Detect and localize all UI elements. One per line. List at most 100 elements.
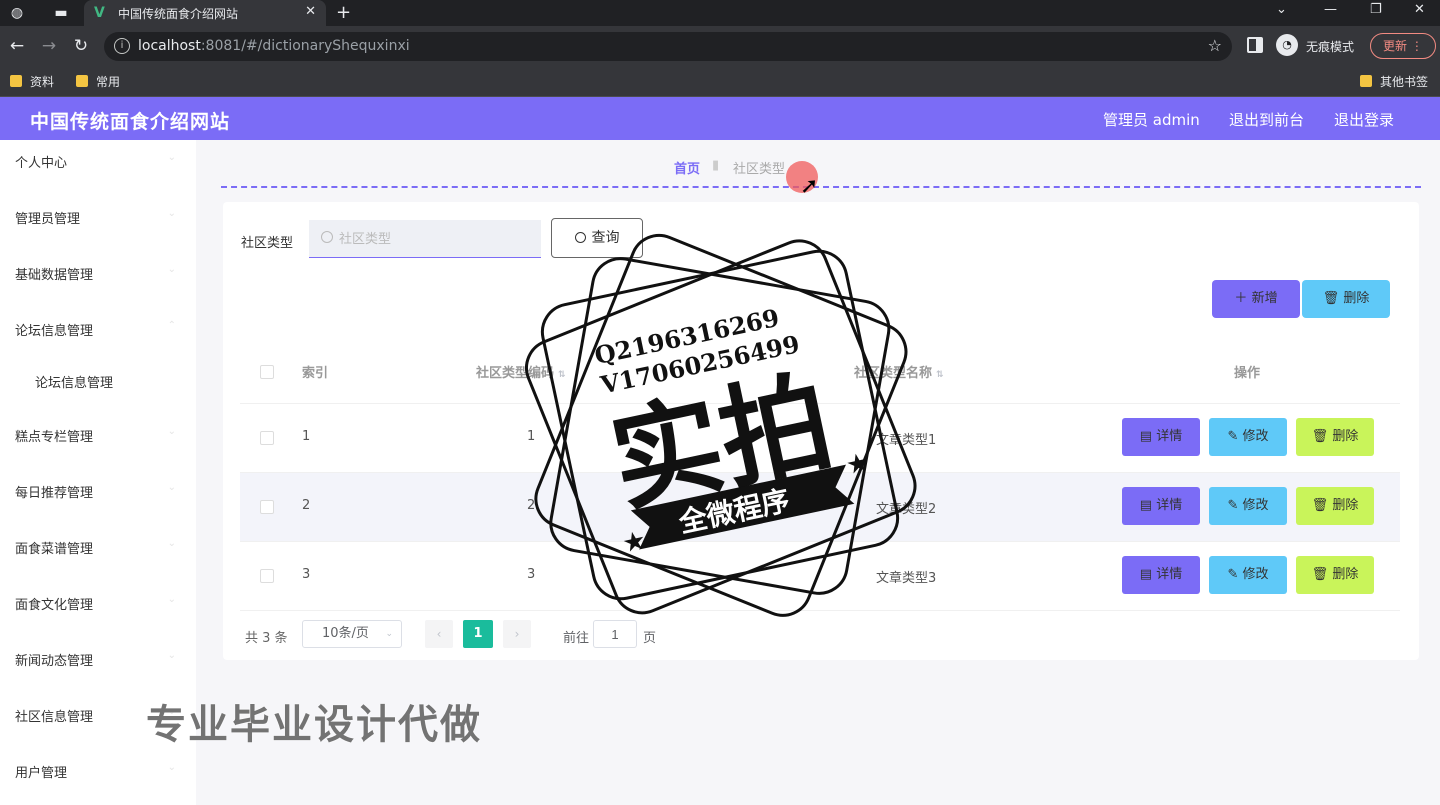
browser-tab[interactable]: V 中国传统面食介绍网站 ✕	[84, 0, 326, 26]
sidebar-item-users[interactable]: 用户管理 ⌄	[0, 750, 196, 790]
url-host: localhost	[138, 38, 201, 54]
delete-button-label: 删除	[1343, 291, 1370, 306]
bookmark-label: 常用	[96, 75, 121, 89]
sidebar-item-label: 面食菜谱管理	[15, 542, 94, 557]
select-all-checkbox[interactable]	[260, 365, 274, 379]
sidebar-item-label: 每日推荐管理	[15, 486, 94, 501]
bookmarks-bar: 资料 常用 其他书签	[0, 67, 1440, 97]
incognito-icon[interactable]: ◔	[1276, 34, 1298, 56]
trash-icon: 🗑	[1311, 567, 1333, 582]
sidebar-item-daily-recommend[interactable]: 每日推荐管理 ⌄	[0, 470, 196, 510]
pencil-icon: ✎	[1227, 498, 1243, 513]
logout-link[interactable]: 退出登录	[1334, 109, 1394, 130]
add-button[interactable]: ＋ 新增	[1212, 280, 1300, 318]
sidebar-item-personal-center[interactable]: 个人中心 ⌄	[0, 140, 196, 180]
sidebar-item-label: 糕点专栏管理	[15, 430, 94, 445]
star-icon[interactable]: ☆	[1208, 36, 1222, 55]
globe-icon[interactable]: ◍	[8, 4, 26, 22]
goto-page-input[interactable]	[593, 620, 637, 648]
row-checkbox[interactable]	[260, 431, 274, 445]
side-panel-icon[interactable]	[1247, 37, 1263, 53]
sidebar-item-admins[interactable]: 管理员管理 ⌄	[0, 196, 196, 236]
detail-button[interactable]: ▤ 详情	[1122, 556, 1200, 594]
row-checkbox[interactable]	[260, 569, 274, 583]
browser-tab-bar: ◍ ▬ V 中国传统面食介绍网站 ✕ + ⌄ — ❐ ✕	[0, 0, 1440, 26]
sidebar-item-label: 基础数据管理	[15, 268, 94, 283]
detail-label: 详情	[1156, 567, 1183, 582]
prev-page-button[interactable]: ‹	[425, 620, 453, 648]
close-icon[interactable]: ✕	[305, 4, 316, 19]
sidebar-item-pastry[interactable]: 糕点专栏管理 ⌄	[0, 414, 196, 454]
address-bar[interactable]: i localhost:8081/#/dictionaryShequxinxi …	[104, 32, 1232, 61]
reload-icon[interactable]: ↻	[71, 36, 91, 56]
bookmark-label: 其他书签	[1380, 75, 1429, 89]
url-text[interactable]: localhost:8081/#/dictionaryShequxinxi	[138, 38, 410, 54]
bookmark-folder-1[interactable]: 资料	[10, 73, 54, 90]
browser-toolbar: ← → ↻ i localhost:8081/#/dictionaryShequ…	[0, 26, 1440, 67]
chevron-down-icon[interactable]: ⌄	[1276, 2, 1287, 17]
other-bookmarks[interactable]: 其他书签	[1360, 73, 1428, 90]
chevron-icon: ⌃	[167, 320, 176, 331]
bookmark-folder-2[interactable]: 常用	[76, 73, 120, 90]
delete-label: 删除	[1332, 429, 1359, 444]
sidebar-item-base-data[interactable]: 基础数据管理 ⌄	[0, 252, 196, 292]
pagination-total: 共 3 条	[245, 631, 288, 646]
plus-icon: ＋	[1234, 291, 1252, 306]
vue-favicon-icon: V	[94, 5, 105, 21]
sidebar-item-culture[interactable]: 面食文化管理 ⌄	[0, 582, 196, 622]
folder-icon	[10, 75, 22, 87]
trash-icon: 🗑	[1311, 429, 1333, 444]
edit-label: 修改	[1242, 429, 1269, 444]
column-header-ops: 操作	[1234, 366, 1261, 381]
breadcrumb-divider	[221, 186, 1421, 188]
search-input[interactable]	[309, 220, 541, 258]
page-number-current[interactable]: 1	[463, 620, 493, 648]
sidebar-item-label: 论坛信息管理	[15, 324, 94, 339]
delete-label: 删除	[1332, 567, 1359, 582]
page-size-value: 10条/页	[322, 626, 369, 641]
chevron-icon: ⌄	[167, 538, 176, 549]
detail-label: 详情	[1156, 429, 1183, 444]
edit-button[interactable]: ✎ 修改	[1209, 418, 1287, 456]
sidebar-item-recipes[interactable]: 面食菜谱管理 ⌄	[0, 526, 196, 566]
watermark-stamp: Q2196316269 V17060256499 实拍 全微程序 ★ ★	[525, 233, 917, 617]
edit-button[interactable]: ✎ 修改	[1209, 487, 1287, 525]
next-page-button[interactable]: ›	[503, 620, 531, 648]
edit-button[interactable]: ✎ 修改	[1209, 556, 1287, 594]
search-label: 社区类型	[241, 236, 294, 251]
row-checkbox[interactable]	[260, 500, 274, 514]
to-front-link[interactable]: 退出到前台	[1229, 109, 1304, 130]
chevron-icon: ⌄	[167, 482, 176, 493]
sidebar-item-news[interactable]: 新闻动态管理 ⌄	[0, 638, 196, 678]
chevron-icon: ⌄	[167, 650, 176, 661]
add-button-label: 新增	[1251, 291, 1278, 306]
detail-button[interactable]: ▤ 详情	[1122, 487, 1200, 525]
page-size-select[interactable]: 10条/页 ⌄	[302, 620, 402, 648]
incognito-label: 无痕模式	[1306, 40, 1355, 54]
forward-arrow-icon[interactable]: →	[39, 36, 59, 56]
pencil-icon: ✎	[1227, 567, 1243, 582]
breadcrumb-home[interactable]: 首页	[674, 158, 700, 177]
back-arrow-icon[interactable]: ←	[7, 36, 27, 56]
update-button[interactable]: 更新 ⋮	[1370, 33, 1436, 59]
delete-button[interactable]: 🗑 删除	[1296, 487, 1374, 525]
sidebar-item-forum[interactable]: 论坛信息管理 ⌃	[0, 308, 196, 348]
window-close-button[interactable]: ✕	[1414, 2, 1425, 17]
tab-list-icon[interactable]: ▬	[52, 4, 70, 22]
pencil-icon: ✎	[1227, 429, 1243, 444]
sort-icon[interactable]: ⇅	[936, 370, 944, 380]
sidebar-item-label: 管理员管理	[15, 212, 81, 227]
info-icon[interactable]: i	[114, 38, 130, 54]
restore-button[interactable]: ❐	[1370, 2, 1382, 17]
column-header-index: 索引	[302, 366, 329, 381]
new-tab-button[interactable]: +	[336, 2, 351, 23]
sidebar-item-label: 用户管理	[15, 766, 68, 781]
minimize-button[interactable]: —	[1324, 2, 1337, 17]
delete-button[interactable]: 🗑 删除	[1296, 418, 1374, 456]
chevron-icon: ⌄	[167, 264, 176, 275]
detail-button[interactable]: ▤ 详情	[1122, 418, 1200, 456]
delete-button[interactable]: 🗑 删除	[1296, 556, 1374, 594]
sidebar-subitem-forum[interactable]: 论坛信息管理	[0, 360, 196, 400]
app-header: 中国传统面食介绍网站 管理员 admin 退出到前台 退出登录	[0, 97, 1440, 140]
batch-delete-button[interactable]: 🗑 删除	[1302, 280, 1390, 318]
